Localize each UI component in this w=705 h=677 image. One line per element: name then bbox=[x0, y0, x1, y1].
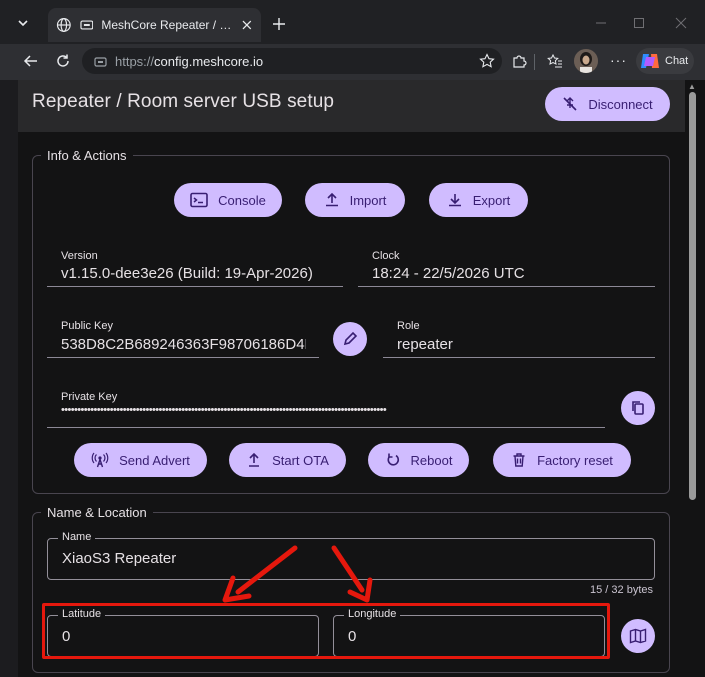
annotation-arrow-latitude bbox=[222, 545, 298, 603]
annotation-arrow-longitude bbox=[331, 545, 373, 603]
annotation-arrows bbox=[222, 545, 373, 603]
screen: MeshCore Repeater / Room server https://… bbox=[0, 0, 705, 677]
